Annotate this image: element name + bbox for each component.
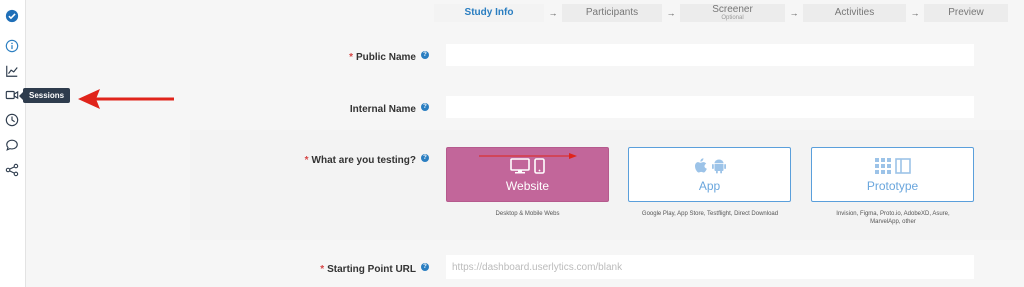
study-setup-page: Sessions Study Info → Participants → Scr… — [0, 0, 1024, 287]
step-preview[interactable]: Preview — [924, 4, 1008, 22]
step-label: Activities — [834, 7, 875, 18]
android-icon — [711, 159, 726, 173]
website-caption: Desktop & Mobile Webs — [495, 211, 560, 217]
caption-line: MarvelApp, other — [870, 219, 916, 225]
step-label: Study Info — [464, 7, 514, 18]
step-label: Preview — [948, 7, 984, 18]
info-icon[interactable] — [4, 38, 20, 54]
testing-label: * What are you testing?? — [305, 154, 429, 166]
store-icons — [694, 157, 726, 175]
help-icon[interactable]: ? — [421, 51, 429, 59]
prototype-icons — [874, 157, 911, 175]
layout-icon — [894, 157, 911, 174]
label-text: Public Name — [355, 52, 416, 63]
website-option-tile[interactable]: Website — [446, 147, 609, 202]
prototype-caption: Invision, Figma, Proto.io, AdobeXD, Asur… — [808, 210, 978, 226]
prototype-option-tile[interactable]: Prototype — [811, 147, 974, 202]
chart-icon[interactable] — [4, 63, 20, 79]
required-mark: * — [320, 264, 325, 275]
tile-label: Prototype — [866, 178, 919, 193]
apple-icon — [694, 157, 707, 172]
internal-name-label: Internal Name? — [350, 103, 429, 115]
label-text: What are you testing? — [311, 155, 416, 166]
sessions-tooltip: Sessions — [18, 88, 71, 103]
step-study-info[interactable]: Study Info — [434, 4, 544, 22]
step-sublabel: Optional — [721, 15, 744, 21]
help-icon[interactable]: ? — [421, 263, 429, 271]
chat-icon[interactable] — [4, 137, 20, 153]
internal-name-input[interactable] — [446, 96, 974, 118]
annotation-arrow-icon — [479, 153, 577, 159]
sidebar — [0, 0, 26, 287]
required-mark: * — [349, 52, 353, 63]
step-arrow-icon: → — [666, 8, 676, 18]
desktop-icon — [510, 157, 530, 173]
wizard-stepper: Study Info → Participants → Screener Opt… — [434, 3, 1008, 23]
app-caption: Google Play, App Store, Testflight, Dire… — [641, 211, 779, 217]
annotation-arrow-icon — [78, 89, 174, 109]
grid-icon — [874, 157, 891, 174]
video-icon[interactable] — [4, 87, 20, 103]
starting-url-label: * Starting Point URL? — [320, 263, 429, 275]
label-text: Internal Name — [349, 104, 416, 115]
logo-check-icon[interactable] — [4, 8, 20, 24]
tile-label: App — [698, 178, 721, 193]
step-activities[interactable]: Activities — [803, 4, 906, 22]
step-label: Screener — [712, 4, 753, 15]
step-participants[interactable]: Participants — [562, 4, 662, 22]
help-icon[interactable]: ? — [421, 154, 429, 162]
step-arrow-icon: → — [910, 8, 920, 18]
device-icons — [510, 157, 545, 175]
clock-icon[interactable] — [4, 112, 20, 128]
public-name-input[interactable] — [446, 44, 974, 66]
public-name-label: * Public Name? — [349, 51, 429, 63]
step-arrow-icon: → — [789, 8, 799, 18]
step-arrow-icon: → — [548, 8, 558, 18]
caption-line: Invision, Figma, Proto.io, AdobeXD, Asur… — [836, 211, 950, 217]
label-text: Starting Point URL — [327, 264, 416, 275]
starting-url-input[interactable] — [446, 255, 974, 279]
help-icon[interactable]: ? — [421, 103, 429, 111]
step-screener[interactable]: Screener Optional — [680, 4, 785, 22]
mobile-icon — [534, 157, 545, 174]
app-option-tile[interactable]: App — [628, 147, 791, 202]
share-icon[interactable] — [4, 162, 20, 178]
required-mark: * — [304, 155, 309, 166]
tile-label: Website — [505, 178, 550, 193]
step-label: Participants — [585, 7, 639, 18]
